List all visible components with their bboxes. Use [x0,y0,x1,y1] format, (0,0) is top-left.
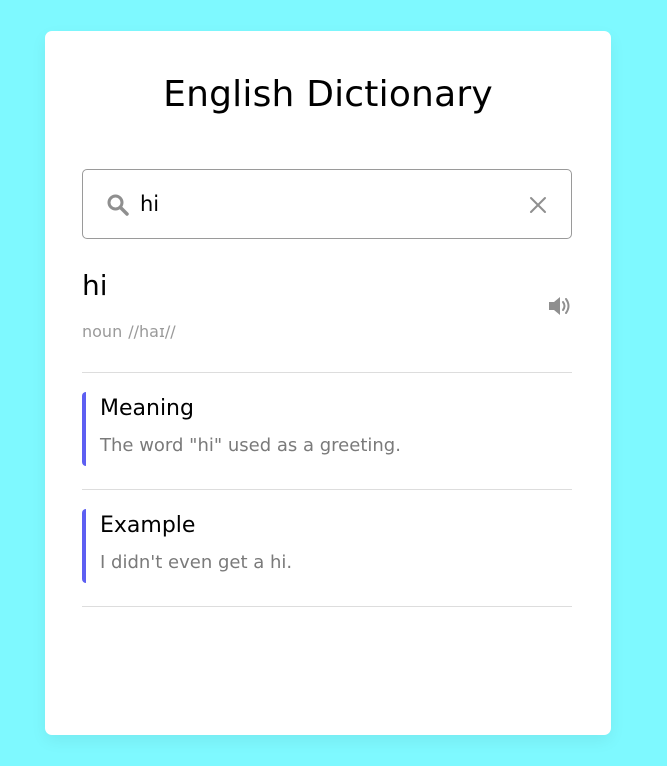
meaning-title: Meaning [100,396,194,421]
dictionary-card: English Dictionary hi noun //haɪ// Meanin… [45,31,611,735]
page-title: English Dictionary [163,74,493,115]
search-box[interactable] [82,169,572,239]
example-title: Example [100,513,196,538]
meaning-text: The word "hi" used as a greeting. [100,435,401,456]
example-section: Example I didn't even get a hi. [82,509,572,583]
part-of-speech: noun [82,322,123,341]
divider [82,606,572,607]
divider [82,489,572,490]
example-text: I didn't even get a hi. [100,552,293,573]
meaning-section: Meaning The word "hi" used as a greeting… [82,392,572,466]
search-icon [107,194,129,216]
search-input[interactable] [140,184,510,224]
phonetic-text: //haɪ// [128,322,176,341]
phonetic-details: noun //haɪ// [82,321,176,343]
result-word: hi [82,269,108,302]
speaker-icon[interactable] [548,295,574,317]
close-icon[interactable] [527,194,549,216]
divider [82,372,572,373]
